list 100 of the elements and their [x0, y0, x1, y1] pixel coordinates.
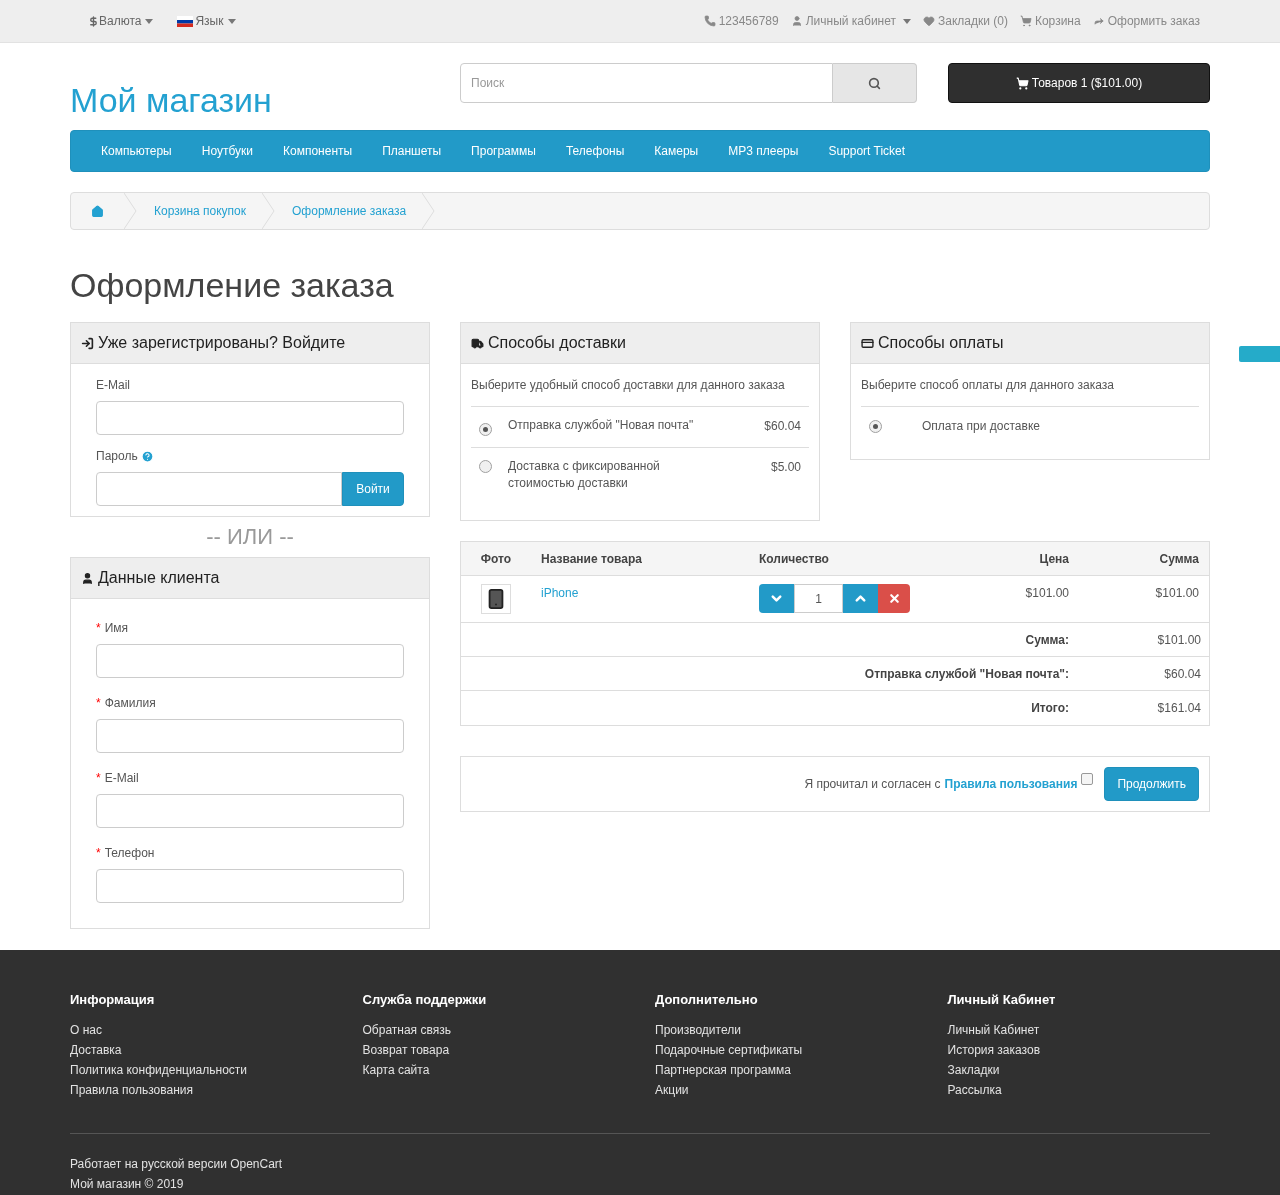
- column-header: Сумма: [1158, 550, 1200, 568]
- breadcrumb-link[interactable]: Оформление заказа: [276, 193, 423, 229]
- dollar-icon: [88, 15, 99, 27]
- footer-link[interactable]: Возврат товара: [362, 1039, 625, 1060]
- home-icon: [91, 204, 104, 218]
- email-field[interactable]: [96, 401, 404, 435]
- top-link[interactable]: Корзина: [1019, 12, 1081, 30]
- agree-text: Я прочитал и согласен с: [804, 776, 941, 793]
- agree-checkbox[interactable]: [1081, 773, 1094, 785]
- shipping-option-label[interactable]: Доставка с фиксированной стоимостью доставки: [508, 458, 708, 492]
- shipping-option-label[interactable]: Отправка службой "Новая почта": [508, 417, 708, 434]
- input-field[interactable]: [96, 794, 404, 828]
- quantity-field[interactable]: 1: [794, 584, 843, 613]
- input-field[interactable]: [96, 869, 404, 903]
- truck-icon: [471, 336, 484, 350]
- footer-link[interactable]: История заказов: [947, 1039, 1210, 1060]
- panel-title: Способы оплаты: [878, 333, 1004, 353]
- column-header: Название товара: [540, 550, 643, 568]
- radio-button[interactable]: [869, 419, 882, 433]
- column-header: Цена: [1038, 550, 1069, 568]
- top-link[interactable]: 123456789: [703, 12, 779, 30]
- field-label: * Телефон: [96, 845, 156, 862]
- footer-link[interactable]: Подарочные сертификаты: [655, 1039, 918, 1060]
- shipping-price: $60.04: [764, 418, 801, 435]
- currency-dropdown[interactable]: Валюта: [88, 12, 154, 30]
- panel-title: Способы доставки: [488, 333, 627, 353]
- menu-item[interactable]: Планшеты: [367, 142, 457, 160]
- footer-link[interactable]: Правила пользования: [70, 1079, 333, 1100]
- cart-icon: [1019, 15, 1032, 27]
- menu-item[interactable]: Компьютеры: [86, 142, 187, 160]
- input-field[interactable]: [96, 644, 404, 678]
- total-label: Отправка службой "Новая почта":: [863, 665, 1069, 683]
- sign-in-icon: [81, 336, 94, 350]
- close-icon: [887, 592, 901, 605]
- footer-link[interactable]: Акции: [655, 1079, 918, 1100]
- search-icon: [868, 76, 881, 90]
- password-field[interactable]: [96, 472, 342, 506]
- menu-item[interactable]: Камеры: [639, 142, 714, 160]
- input-field[interactable]: [96, 719, 404, 753]
- copyright-text: Мой магазин © 2019: [70, 1175, 185, 1193]
- cart-button[interactable]: Товаров 1 ($101.00): [948, 63, 1210, 103]
- panel-hint: Выберите удобный способ доставки для данного заказа: [471, 364, 809, 407]
- footer-link[interactable]: Политика конфиденциальности: [70, 1059, 333, 1080]
- store-logo[interactable]: Мой магазин: [70, 63, 460, 117]
- footer-link[interactable]: Доставка: [70, 1039, 333, 1060]
- top-link[interactable]: Оформить заказ: [1092, 12, 1200, 30]
- product-link[interactable]: iPhone: [531, 584, 749, 602]
- top-link[interactable]: Личный кабинет: [790, 12, 911, 30]
- cart-icon: [1015, 76, 1029, 90]
- column-header: Количество: [758, 550, 830, 568]
- menu-item[interactable]: Телефоны: [550, 142, 640, 160]
- menu-item[interactable]: Компоненты: [268, 142, 368, 160]
- total-label: Итого:: [1030, 700, 1069, 717]
- user-icon: [81, 571, 94, 585]
- heart-icon: [923, 15, 935, 27]
- caret-icon: [227, 18, 236, 24]
- payment-option-label[interactable]: Оплата при доставке: [922, 417, 1040, 435]
- caret-icon: [145, 18, 154, 24]
- login-button[interactable]: Войти: [342, 472, 404, 506]
- menu-item[interactable]: Ноутбуки: [186, 142, 268, 160]
- footer-heading: Дополнительно: [655, 991, 759, 1009]
- footer-link[interactable]: Производители: [655, 1019, 918, 1040]
- field-label: E-Mail: [96, 377, 131, 394]
- increase-button[interactable]: [843, 584, 878, 613]
- radio-button[interactable]: [479, 460, 492, 473]
- help-icon[interactable]: [140, 449, 154, 463]
- share-arrow-icon: [1092, 15, 1105, 27]
- remove-button[interactable]: [878, 584, 910, 613]
- footer-link[interactable]: Личный Кабинет: [947, 1019, 1210, 1040]
- language-dropdown[interactable]: Язык: [177, 12, 236, 30]
- breadcrumb-link[interactable]: Корзина покупок: [138, 193, 263, 229]
- decrease-button[interactable]: [759, 584, 794, 613]
- user-icon: [790, 15, 803, 27]
- phone-icon: [703, 15, 716, 27]
- continue-button[interactable]: Продолжить: [1104, 767, 1199, 801]
- or-divider-text: -- ИЛИ --: [205, 523, 295, 551]
- footer-link[interactable]: Закладки: [947, 1059, 1210, 1080]
- total-value: $161.04: [1156, 700, 1202, 717]
- panel-title: Данные клиента: [98, 568, 220, 588]
- footer-link[interactable]: О нас: [70, 1019, 333, 1040]
- flag-icon: [177, 15, 194, 27]
- menu-item[interactable]: Support Ticket: [813, 142, 921, 160]
- menu-item[interactable]: MP3 плееры: [713, 142, 814, 160]
- search-button[interactable]: [833, 63, 917, 103]
- footer-link[interactable]: Партнерская программа: [655, 1059, 918, 1080]
- footer-link[interactable]: Карта сайта: [362, 1059, 625, 1080]
- menu-item[interactable]: Программы: [456, 142, 551, 160]
- price-cell-text: $101.00: [1024, 585, 1069, 602]
- radio-button[interactable]: [479, 423, 492, 436]
- shipping-price: $5.00: [770, 459, 801, 476]
- top-link[interactable]: Закладки (0): [923, 12, 1008, 30]
- search-field[interactable]: Поиск: [460, 63, 833, 103]
- total-value: $60.04: [1163, 665, 1202, 683]
- field-label: * E-Mail: [96, 770, 140, 787]
- terms-link[interactable]: Правила пользования: [944, 775, 1078, 793]
- footer-link[interactable]: Рассылка: [947, 1079, 1210, 1100]
- total-value: $101.00: [1156, 631, 1202, 649]
- page-title: Оформление заказа: [70, 268, 395, 302]
- field-label: Пароль: [96, 448, 138, 465]
- footer-link[interactable]: Обратная связь: [362, 1019, 625, 1040]
